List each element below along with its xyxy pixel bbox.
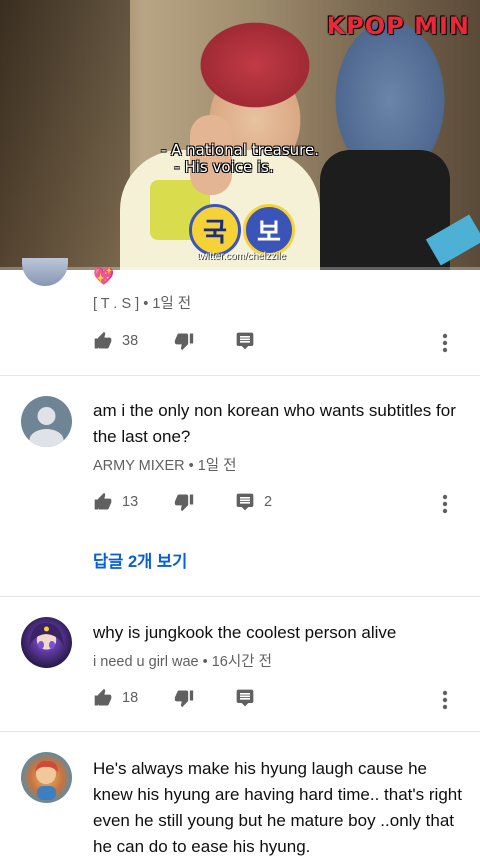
comment-text: 💖 <box>93 267 115 286</box>
comment-text: am i the only non korean who wants subti… <box>93 401 456 446</box>
comment-menu-button[interactable] <box>433 331 457 355</box>
more-vert-icon <box>442 690 448 710</box>
meta-separator: • <box>202 654 208 670</box>
comment-menu-button[interactable] <box>433 688 457 712</box>
video-subtitle-line2: - His voice is. <box>174 158 274 176</box>
comment-text: He's always make his hyung laugh cause h… <box>93 759 462 856</box>
like-button[interactable]: 38 <box>93 331 138 351</box>
thumb-down-icon <box>174 690 194 708</box>
comment-icon <box>236 332 254 350</box>
caption-badge-right: 보 <box>243 204 295 256</box>
comment-author[interactable]: ARMY MIXER <box>93 458 185 474</box>
like-count: 38 <box>122 333 139 349</box>
more-vert-icon <box>442 333 448 353</box>
divider <box>0 731 480 732</box>
comment-time: 1일 전 <box>152 296 192 312</box>
meta-separator: • <box>143 296 149 312</box>
divider <box>0 596 480 597</box>
video-watermark: twitter.com/chelzzile <box>197 251 286 262</box>
thumb-up-icon <box>94 492 112 510</box>
view-replies-link[interactable]: 답글 2개 보기 <box>93 548 187 572</box>
like-button[interactable]: 13 <box>93 492 138 512</box>
dislike-button[interactable] <box>174 331 194 351</box>
thumb-up-icon <box>94 688 112 706</box>
more-vert-icon <box>442 494 448 514</box>
thumb-up-icon <box>94 331 112 349</box>
comment-menu-button[interactable] <box>433 492 457 516</box>
avatar[interactable] <box>22 258 68 286</box>
like-count: 13 <box>122 494 139 510</box>
comment-author[interactable]: i need u girl wae <box>93 654 199 670</box>
reply-button[interactable] <box>235 688 255 708</box>
cartoon-avatar-image <box>35 760 58 800</box>
dislike-button[interactable] <box>174 688 194 708</box>
like-button[interactable]: 18 <box>93 688 138 708</box>
video-subtitle-line1: - A national treasure. <box>160 141 320 159</box>
comment-author[interactable]: [ T . S ] <box>93 296 139 312</box>
default-avatar-icon <box>29 407 64 447</box>
progress-bar[interactable] <box>0 267 480 270</box>
comment-actions: 18 <box>93 688 473 712</box>
comment-meta: i need u girl wae • 16시간 전 <box>93 650 272 671</box>
channel-logo: KPOP MIN <box>326 12 470 40</box>
avatar[interactable] <box>21 617 72 668</box>
video-background-shadow <box>0 0 130 270</box>
comment-icon <box>236 493 254 511</box>
comment-icon <box>236 689 254 707</box>
video-player[interactable]: KPOP MIN - A national treasure. - His vo… <box>0 0 480 270</box>
comment-meta: ARMY MIXER • 1일 전 <box>93 454 237 475</box>
comment-time: 1일 전 <box>197 458 237 474</box>
caption-badges: 국 보 <box>189 204 295 256</box>
avatar[interactable] <box>21 396 72 447</box>
comment-meta: [ T . S ] • 1일 전 <box>93 292 191 313</box>
divider <box>0 375 480 376</box>
reply-count: 2 <box>264 494 273 510</box>
comment-text: why is jungkook the coolest person alive <box>93 623 397 642</box>
anime-avatar-image <box>29 622 64 649</box>
avatar[interactable] <box>21 752 72 803</box>
caption-badge-left: 국 <box>189 204 241 256</box>
thumb-down-icon <box>174 333 194 351</box>
meta-separator: • <box>188 458 194 474</box>
thumb-down-icon <box>174 494 194 512</box>
dislike-button[interactable] <box>174 492 194 512</box>
comment-actions: 38 <box>93 331 473 355</box>
reply-button[interactable]: 2 <box>235 492 272 512</box>
comment-actions: 13 2 <box>93 492 473 516</box>
like-count: 18 <box>122 690 139 706</box>
reply-button[interactable] <box>235 331 255 351</box>
comment-time: 16시간 전 <box>211 654 272 670</box>
